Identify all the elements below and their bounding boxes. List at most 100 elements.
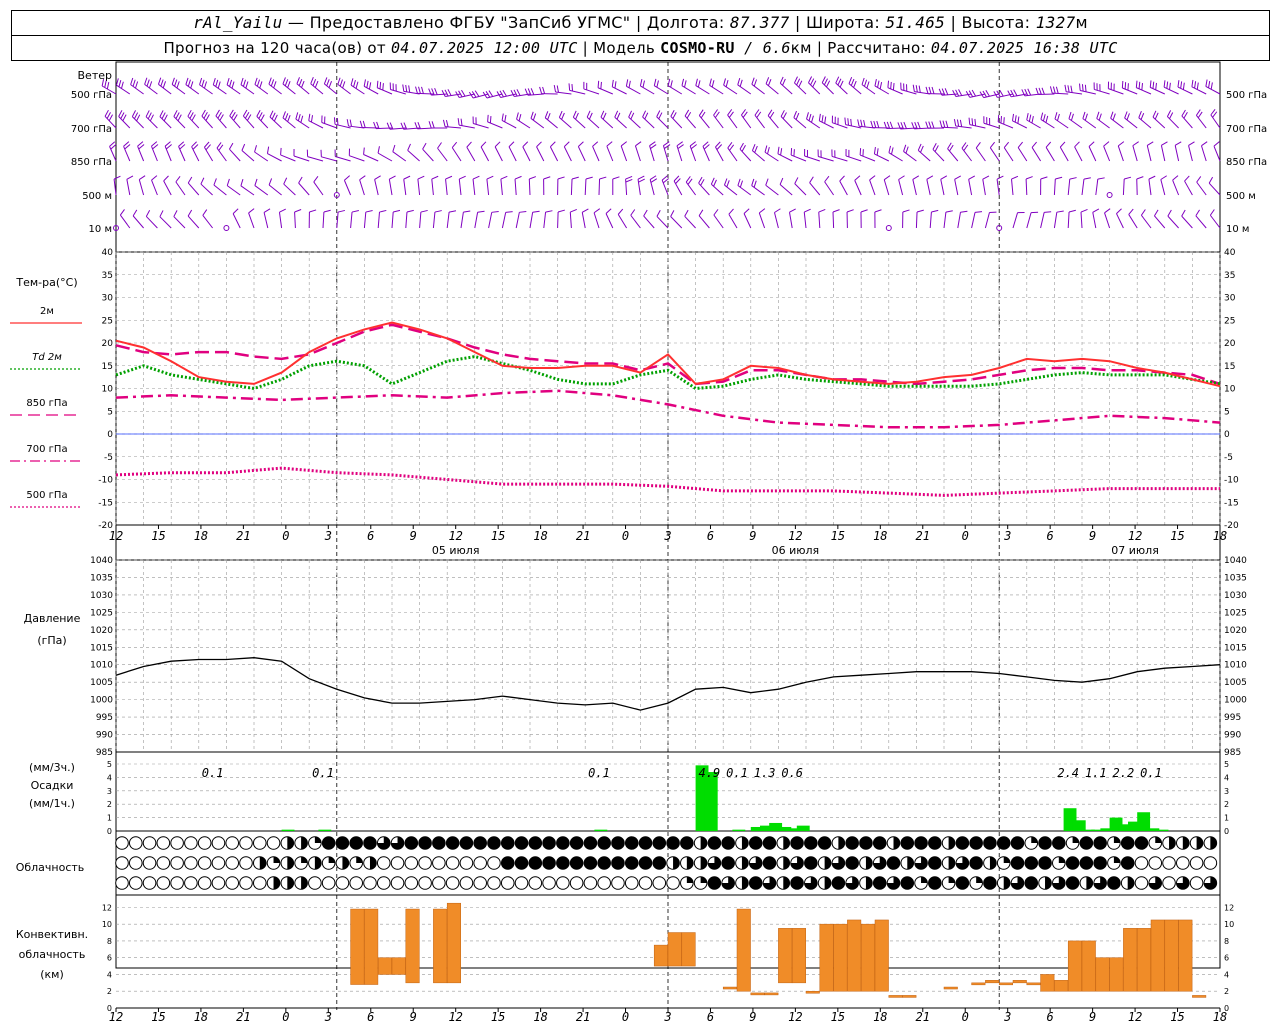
- wind-barb-feather: [529, 176, 537, 180]
- wind-barb-feather: [175, 175, 181, 183]
- wind-barb-feather: [1049, 86, 1053, 94]
- wind-barb-feather: [1177, 80, 1180, 88]
- wind-barb-feather: [997, 114, 1000, 122]
- wind-barb-feather: [461, 89, 466, 97]
- calm-circle: [885, 225, 892, 231]
- cloud-cover-symbol: [487, 856, 501, 870]
- wind-barb-staff: [126, 179, 131, 196]
- pressure-tick-label-right: 985: [1224, 748, 1241, 758]
- wind-barb-staff: [955, 125, 972, 129]
- conv-cloud-bar: [1164, 919, 1179, 992]
- wind-barb-feather: [431, 175, 439, 180]
- wind-barb-staff: [1181, 215, 1193, 229]
- wind-barb-feather: [686, 111, 692, 119]
- cloud-cover-symbol: [983, 876, 997, 890]
- cloud-cover-symbol: [404, 836, 419, 850]
- cloud-cover-symbol: [583, 836, 598, 850]
- wind-barb-feather: [145, 210, 151, 217]
- wind-barb-staff: [151, 145, 158, 162]
- wind-barb-feather: [1110, 111, 1114, 119]
- conv-cloud-bar: [1150, 919, 1165, 992]
- wind-barb-staff: [1205, 86, 1221, 95]
- wind-barb-feather: [126, 175, 134, 180]
- wind-barb-feather: [863, 79, 868, 87]
- wind-barb-feather: [999, 89, 1004, 97]
- cloud-cover-fill: [1072, 836, 1079, 843]
- cloud-cover-symbol: [845, 836, 859, 850]
- cloud-cover-symbol: [666, 836, 680, 850]
- wind-barb-feather: [1136, 176, 1144, 180]
- wind-barb-feather: [1166, 110, 1172, 117]
- time-tick-label: 21: [916, 529, 930, 543]
- wind-barb-feather: [213, 178, 217, 186]
- cloud-cover-symbol: [611, 836, 625, 850]
- wind-barb-staff: [472, 179, 476, 196]
- wind-barb-feather: [1169, 82, 1171, 90]
- cloud-cover-symbol: [252, 876, 267, 890]
- cloud-cover-symbol: [142, 836, 157, 850]
- wind-barb-staff: [670, 116, 683, 129]
- cloud-cover-symbol: [321, 876, 336, 890]
- wind-barb-feather: [968, 117, 971, 125]
- cloud-cover-symbol: [1093, 856, 1107, 870]
- wind-barb-feather: [349, 119, 352, 127]
- wind-barb-staff: [793, 117, 807, 129]
- wind-barb-feather: [600, 81, 602, 89]
- wind-barb-feather: [1038, 87, 1042, 95]
- wind-barb-feather: [698, 109, 704, 116]
- cloud-cover-symbol: [197, 856, 212, 870]
- wind-barb-feather: [971, 89, 977, 97]
- wind-barb-staff: [282, 117, 296, 129]
- wind-barb-staff: [1053, 212, 1058, 229]
- precip-unit-3h: (мм/3ч.): [29, 761, 75, 774]
- wind-barb-feather: [463, 210, 471, 213]
- wind-barb-feather: [1000, 116, 1002, 124]
- pressure-tick-label: 1030: [90, 591, 113, 601]
- wind-level-label: 700 гПа: [71, 124, 112, 135]
- wind-barb-feather: [217, 81, 221, 89]
- cloud-cover-symbol: [762, 856, 777, 870]
- wind-barb-feather: [932, 143, 937, 150]
- cloud-cover-symbol: [969, 856, 983, 870]
- wind-barb-feather: [854, 175, 861, 181]
- bottom-time-tick-label: 15: [151, 1010, 165, 1024]
- wind-barb-feather: [522, 141, 529, 148]
- wind-barb-staff: [640, 85, 655, 95]
- wind-barb-feather: [713, 209, 719, 216]
- wind-barb-feather: [359, 120, 363, 128]
- wind-barb-staff: [1095, 179, 1099, 196]
- wind-barb-feather: [1010, 89, 1015, 97]
- wind-barb-staff: [295, 118, 310, 129]
- cloud-cover-symbol: [556, 876, 570, 890]
- wind-barb-staff: [806, 118, 821, 129]
- wind-barb-feather: [1013, 89, 1018, 96]
- wind-barb-feather: [240, 178, 244, 186]
- wind-barb-staff: [555, 91, 572, 95]
- wind-barb-feather: [254, 77, 258, 85]
- cloud-cover-symbol: [142, 856, 157, 870]
- conv-cloud-bar: [778, 928, 793, 984]
- wind-barb-feather: [739, 142, 744, 150]
- wind-barb-feather: [869, 175, 876, 181]
- wind-barb-feather: [326, 79, 330, 86]
- wind-barb-feather: [323, 209, 331, 213]
- wind-barb-feather: [532, 210, 540, 213]
- wind-barb-feather: [741, 109, 746, 116]
- wind-barb-feather: [502, 89, 507, 97]
- wind-barb-feather: [996, 90, 1001, 98]
- wind-barb-staff: [670, 216, 683, 229]
- wind-barb-staff: [1160, 179, 1166, 196]
- cloud-cover-symbol: [1079, 856, 1094, 870]
- conv-cloud-bar: [750, 992, 765, 996]
- wind-barb-feather: [283, 177, 288, 185]
- wind-barb-staff: [282, 83, 296, 95]
- wind-barb-staff: [403, 179, 407, 196]
- wind-barb-feather: [115, 78, 119, 86]
- wind-barb-staff: [1188, 145, 1193, 162]
- cloud-cover-symbol: [1079, 836, 1094, 850]
- wind-barb-feather: [723, 178, 728, 186]
- wind-barb-feather: [173, 110, 178, 117]
- temp-tick-label: 15: [102, 362, 113, 372]
- wind-barb-feather: [650, 144, 657, 149]
- wind-barb-feather: [1205, 79, 1208, 87]
